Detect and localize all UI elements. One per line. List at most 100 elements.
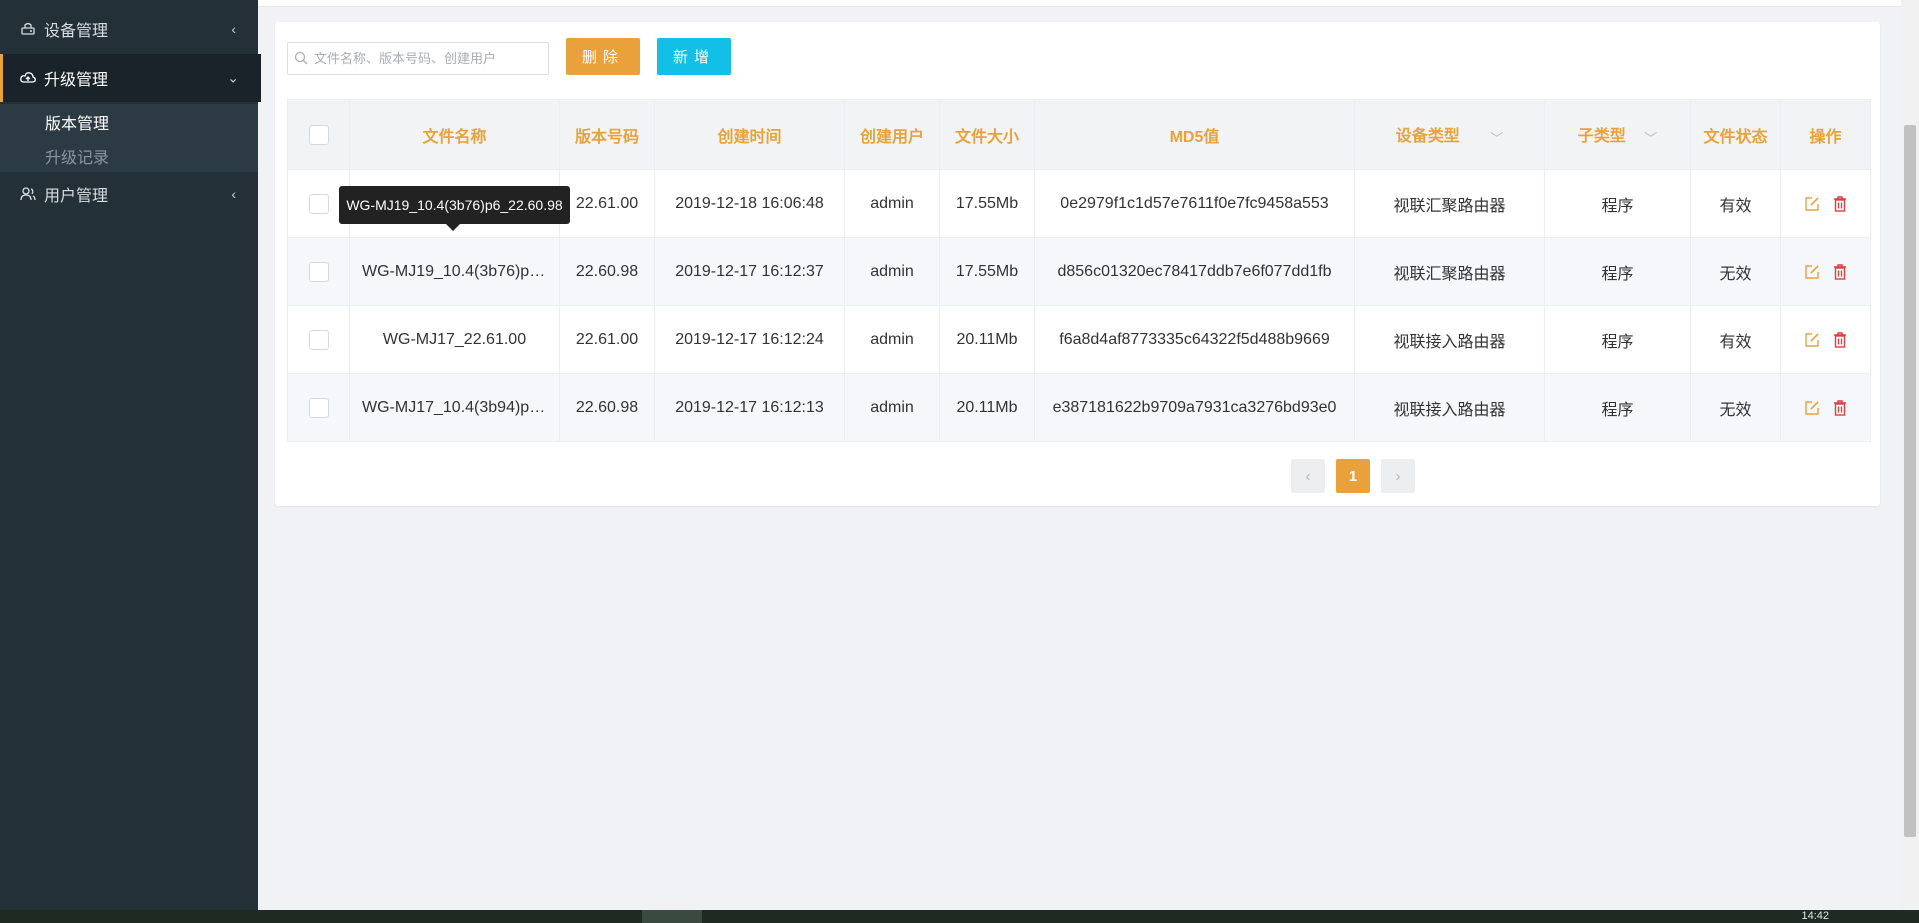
cell-device-type: 视联汇聚路由器 <box>1354 169 1545 238</box>
scrollbar-thumb[interactable] <box>1904 125 1916 837</box>
cell-ops <box>1780 305 1871 374</box>
cell-sub-type: 程序 <box>1544 373 1691 442</box>
cell-size: 17.55Mb <box>939 237 1035 306</box>
cell-md5: e387181622b9709a7931ca3276bd93e0 <box>1034 373 1355 442</box>
cell-created: 2019-12-18 16:06:48 <box>654 169 845 238</box>
next-page-button[interactable]: › <box>1381 459 1415 493</box>
cell-name: WG-MJ17_22.61.00 <box>349 305 560 374</box>
cell-sub-type: 程序 <box>1544 305 1691 374</box>
chevron-down-icon: ⌄ <box>227 69 239 86</box>
cell-md5: 0e2979f1c1d57e7611f0e7fc9458a553 <box>1034 169 1355 238</box>
delete-icon[interactable] <box>1831 195 1849 213</box>
edit-icon[interactable] <box>1803 331 1821 349</box>
page-1-button[interactable]: 1 <box>1336 459 1370 493</box>
cell-md5: f6a8d4af8773335c64322f5d488b9669 <box>1034 305 1355 374</box>
column-header-status: 文件状态 <box>1690 99 1781 170</box>
taskbar-active-app[interactable] <box>642 910 702 923</box>
cell-ops <box>1780 373 1871 442</box>
column-header-device-type[interactable]: 设备类型 ﹀ <box>1354 99 1545 170</box>
column-header-created[interactable]: 创建时间 <box>654 99 845 170</box>
sidebar-item-device-management[interactable]: 设备管理 ‹ <box>0 5 258 53</box>
table-header-row: 文件名称 版本号码 创建时间 创建用户 文件大小 MD5值 设备类型 ﹀ 子类型… <box>287 99 1871 170</box>
column-header-label: 设备类型 <box>1395 128 1460 146</box>
row-checkbox[interactable] <box>308 261 329 282</box>
prev-page-button[interactable]: ‹ <box>1291 459 1325 493</box>
cell-version: 22.61.00 <box>559 169 655 238</box>
cell-device-type: 视联汇聚路由器 <box>1354 237 1545 306</box>
select-all-checkbox[interactable] <box>308 124 329 145</box>
cell-user: admin <box>844 169 940 238</box>
edit-icon[interactable] <box>1803 399 1821 417</box>
edit-icon[interactable] <box>1803 263 1821 281</box>
upgrade-submenu: 版本管理 升级记录 <box>0 104 258 172</box>
version-management-panel: 删除 新增 文件名称 版本号码 创建时间 创建用户 文件大小 MD5值 设备类型… <box>275 22 1880 506</box>
cell-created: 2019-12-17 16:12:13 <box>654 373 845 442</box>
cell-name: WG-MJ19_10.4(3b76)p6_22.60.98 <box>349 237 560 306</box>
sidebar-subitem-upgrade-records[interactable]: 升级记录 <box>45 144 109 168</box>
sidebar-subitem-version-management[interactable]: 版本管理 <box>45 110 109 134</box>
delete-button[interactable]: 删除 <box>566 38 640 75</box>
device-icon <box>20 21 36 37</box>
taskbar <box>0 910 1919 923</box>
filename-tooltip: WG-MJ19_10.4(3b76)p6_22.60.98 <box>339 186 570 231</box>
cell-device-type: 视联接入路由器 <box>1354 305 1545 374</box>
cell-ops <box>1780 169 1871 238</box>
column-header-name[interactable]: 文件名称 <box>349 99 560 170</box>
cell-status: 有效 <box>1690 305 1781 374</box>
cell-device-type: 视联接入路由器 <box>1354 373 1545 442</box>
chevron-left-icon: ‹ <box>231 21 236 37</box>
cell-status: 有效 <box>1690 169 1781 238</box>
chevron-left-icon: ‹ <box>231 186 236 202</box>
top-bar <box>258 0 1919 7</box>
cell-md5: d856c01320ec78417ddb7e6f077dd1fb <box>1034 237 1355 306</box>
cell-created: 2019-12-17 16:12:37 <box>654 237 845 306</box>
chevron-down-icon[interactable]: ﹀ <box>1644 128 1657 147</box>
sidebar: 设备管理 ‹ 升级管理 ⌄ 版本管理 升级记录 用户管理 ‹ <box>0 0 261 910</box>
row-checkbox[interactable] <box>308 329 329 350</box>
search-input[interactable] <box>314 44 534 73</box>
column-header-md5[interactable]: MD5值 <box>1034 99 1355 170</box>
cell-status: 无效 <box>1690 237 1781 306</box>
cell-created: 2019-12-17 16:12:24 <box>654 305 845 374</box>
edit-icon[interactable] <box>1803 195 1821 213</box>
cell-size: 17.55Mb <box>939 169 1035 238</box>
cell-version: 22.61.00 <box>559 305 655 374</box>
cell-sub-type: 程序 <box>1544 169 1691 238</box>
column-header-user[interactable]: 创建用户 <box>844 99 940 170</box>
cell-size: 20.11Mb <box>939 305 1035 374</box>
cell-version: 22.60.98 <box>559 373 655 442</box>
row-select-cell <box>287 237 350 306</box>
row-checkbox[interactable] <box>308 193 329 214</box>
cell-user: admin <box>844 237 940 306</box>
search-box[interactable] <box>287 42 549 75</box>
search-icon <box>294 51 310 67</box>
version-table: 文件名称 版本号码 创建时间 创建用户 文件大小 MD5值 设备类型 ﹀ 子类型… <box>287 99 1871 442</box>
cloud-upload-icon <box>20 70 36 86</box>
table-row: WG-MJ17_10.4(3b94)p6_22.60.98 22.60.98 2… <box>287 373 1871 442</box>
sidebar-item-user-management[interactable]: 用户管理 ‹ <box>0 170 258 218</box>
delete-icon[interactable] <box>1831 399 1849 417</box>
table-row: WG-MJ19_10.4(3b76)p6_22.60.98 22.60.98 2… <box>287 237 1871 306</box>
sidebar-item-label: 升级管理 <box>44 72 109 89</box>
add-button[interactable]: 新增 <box>657 38 731 75</box>
column-header-version[interactable]: 版本号码 <box>559 99 655 170</box>
column-header-sub-type[interactable]: 子类型 ﹀ <box>1544 99 1691 170</box>
users-icon <box>20 186 36 202</box>
row-checkbox[interactable] <box>308 397 329 418</box>
select-all-cell <box>287 99 350 170</box>
column-header-size[interactable]: 文件大小 <box>939 99 1035 170</box>
cell-name: WG-MJ17_10.4(3b94)p6_22.60.98 <box>349 373 560 442</box>
cell-ops <box>1780 237 1871 306</box>
cell-sub-type: 程序 <box>1544 237 1691 306</box>
cell-user: admin <box>844 373 940 442</box>
column-header-ops: 操作 <box>1780 99 1871 170</box>
taskbar-clock: 14:42 <box>1801 910 1829 922</box>
cell-size: 20.11Mb <box>939 373 1035 442</box>
sidebar-item-upgrade-management[interactable]: 升级管理 ⌄ <box>0 54 261 102</box>
chevron-down-icon[interactable]: ﹀ <box>1490 128 1503 147</box>
cell-user: admin <box>844 305 940 374</box>
delete-icon[interactable] <box>1831 263 1849 281</box>
delete-icon[interactable] <box>1831 331 1849 349</box>
cell-version: 22.60.98 <box>559 237 655 306</box>
table-row: WG-MJ17_22.61.00 22.61.00 2019-12-17 16:… <box>287 305 1871 374</box>
